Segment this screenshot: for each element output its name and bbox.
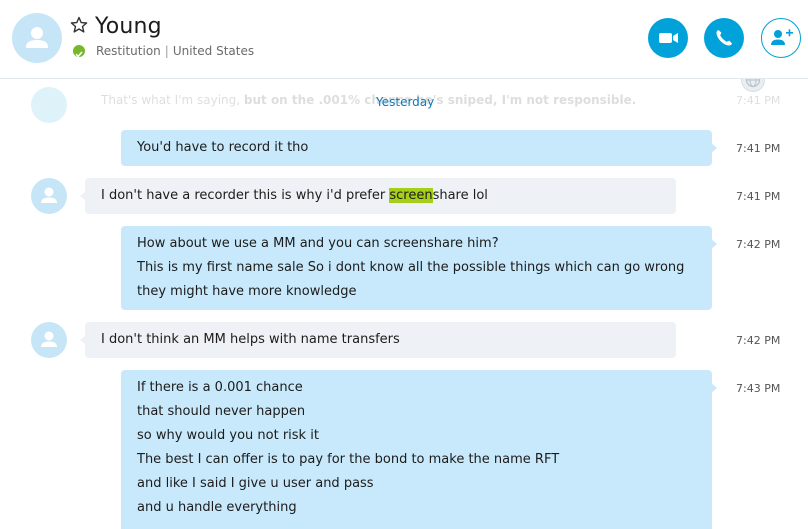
bubble-tail	[80, 335, 86, 345]
subtitle-separator: |	[164, 44, 169, 58]
outgoing-message[interactable]: If there is a 0.001 chance that should n…	[121, 370, 717, 529]
online-status-icon	[73, 45, 85, 58]
message-line: and u handle everything	[137, 500, 297, 515]
message-line: they might have more knowledge	[137, 284, 357, 299]
bubble-tail	[711, 383, 717, 393]
add-person-icon	[771, 29, 793, 45]
message-line: I don't have a recorder this is why i'd …	[101, 188, 488, 203]
bubble-tail	[711, 239, 717, 249]
video-camera-icon	[659, 33, 678, 43]
faded-message-time: 7:41 PM	[736, 94, 781, 107]
contact-avatar[interactable]	[12, 13, 62, 63]
phone-icon	[716, 30, 732, 46]
mood-message: Restitution	[96, 44, 161, 58]
message-line: This is my first name sale So i dont kno…	[137, 260, 685, 275]
video-call-button[interactable]	[648, 18, 688, 58]
faded-avatar	[31, 87, 67, 123]
bubble-tail	[80, 191, 86, 201]
favorite-star-icon[interactable]	[70, 16, 88, 38]
message-line: so why would you not risk it	[137, 428, 319, 443]
globe-icon[interactable]	[741, 79, 765, 92]
incoming-message[interactable]: I don't have a recorder this is why i'd …	[80, 178, 676, 214]
person-icon	[41, 187, 57, 203]
incoming-message[interactable]: I don't think an MM helps with name tran…	[80, 322, 676, 358]
message-line: I don't think an MM helps with name tran…	[101, 332, 400, 347]
message-line: and like I said I give u user and pass	[137, 476, 374, 491]
sender-avatar[interactable]	[31, 178, 67, 214]
message-line: The best I can offer is to pay for the b…	[137, 452, 560, 467]
conversation-header: Young Restitution | United States	[0, 0, 808, 79]
outgoing-message[interactable]: How about we use a MM and you can screen…	[121, 226, 717, 310]
message-line: If there is a 0.001 chance	[137, 380, 303, 395]
message-time: 7:41 PM	[736, 190, 781, 203]
search-highlight: screen	[389, 188, 433, 203]
outgoing-message[interactable]: You'd have to record it tho	[121, 130, 717, 166]
audio-call-button[interactable]	[704, 18, 744, 58]
contact-location: United States	[172, 44, 255, 58]
sender-avatar[interactable]	[31, 322, 67, 358]
date-divider: Yesterday	[376, 95, 435, 109]
faded-message-text: That's what I'm saying, but on the .001%…	[101, 93, 637, 107]
bubble-tail	[711, 143, 717, 153]
message-time: 7:43 PM	[736, 382, 781, 395]
message-time: 7:42 PM	[736, 334, 781, 347]
message-line: How about we use a MM and you can screen…	[137, 236, 499, 251]
add-participants-button[interactable]	[761, 18, 801, 58]
person-icon	[41, 331, 57, 347]
contact-name: Young	[95, 14, 162, 39]
message-time: 7:42 PM	[736, 238, 781, 251]
message-time: 7:41 PM	[736, 142, 781, 155]
contact-subtitle: Restitution | United States	[96, 44, 254, 58]
message-list[interactable]: That's what I'm saying, but on the .001%…	[0, 79, 808, 529]
message-line: You'd have to record it tho	[137, 140, 309, 155]
person-icon	[26, 27, 48, 48]
message-line: that should never happen	[137, 404, 306, 419]
